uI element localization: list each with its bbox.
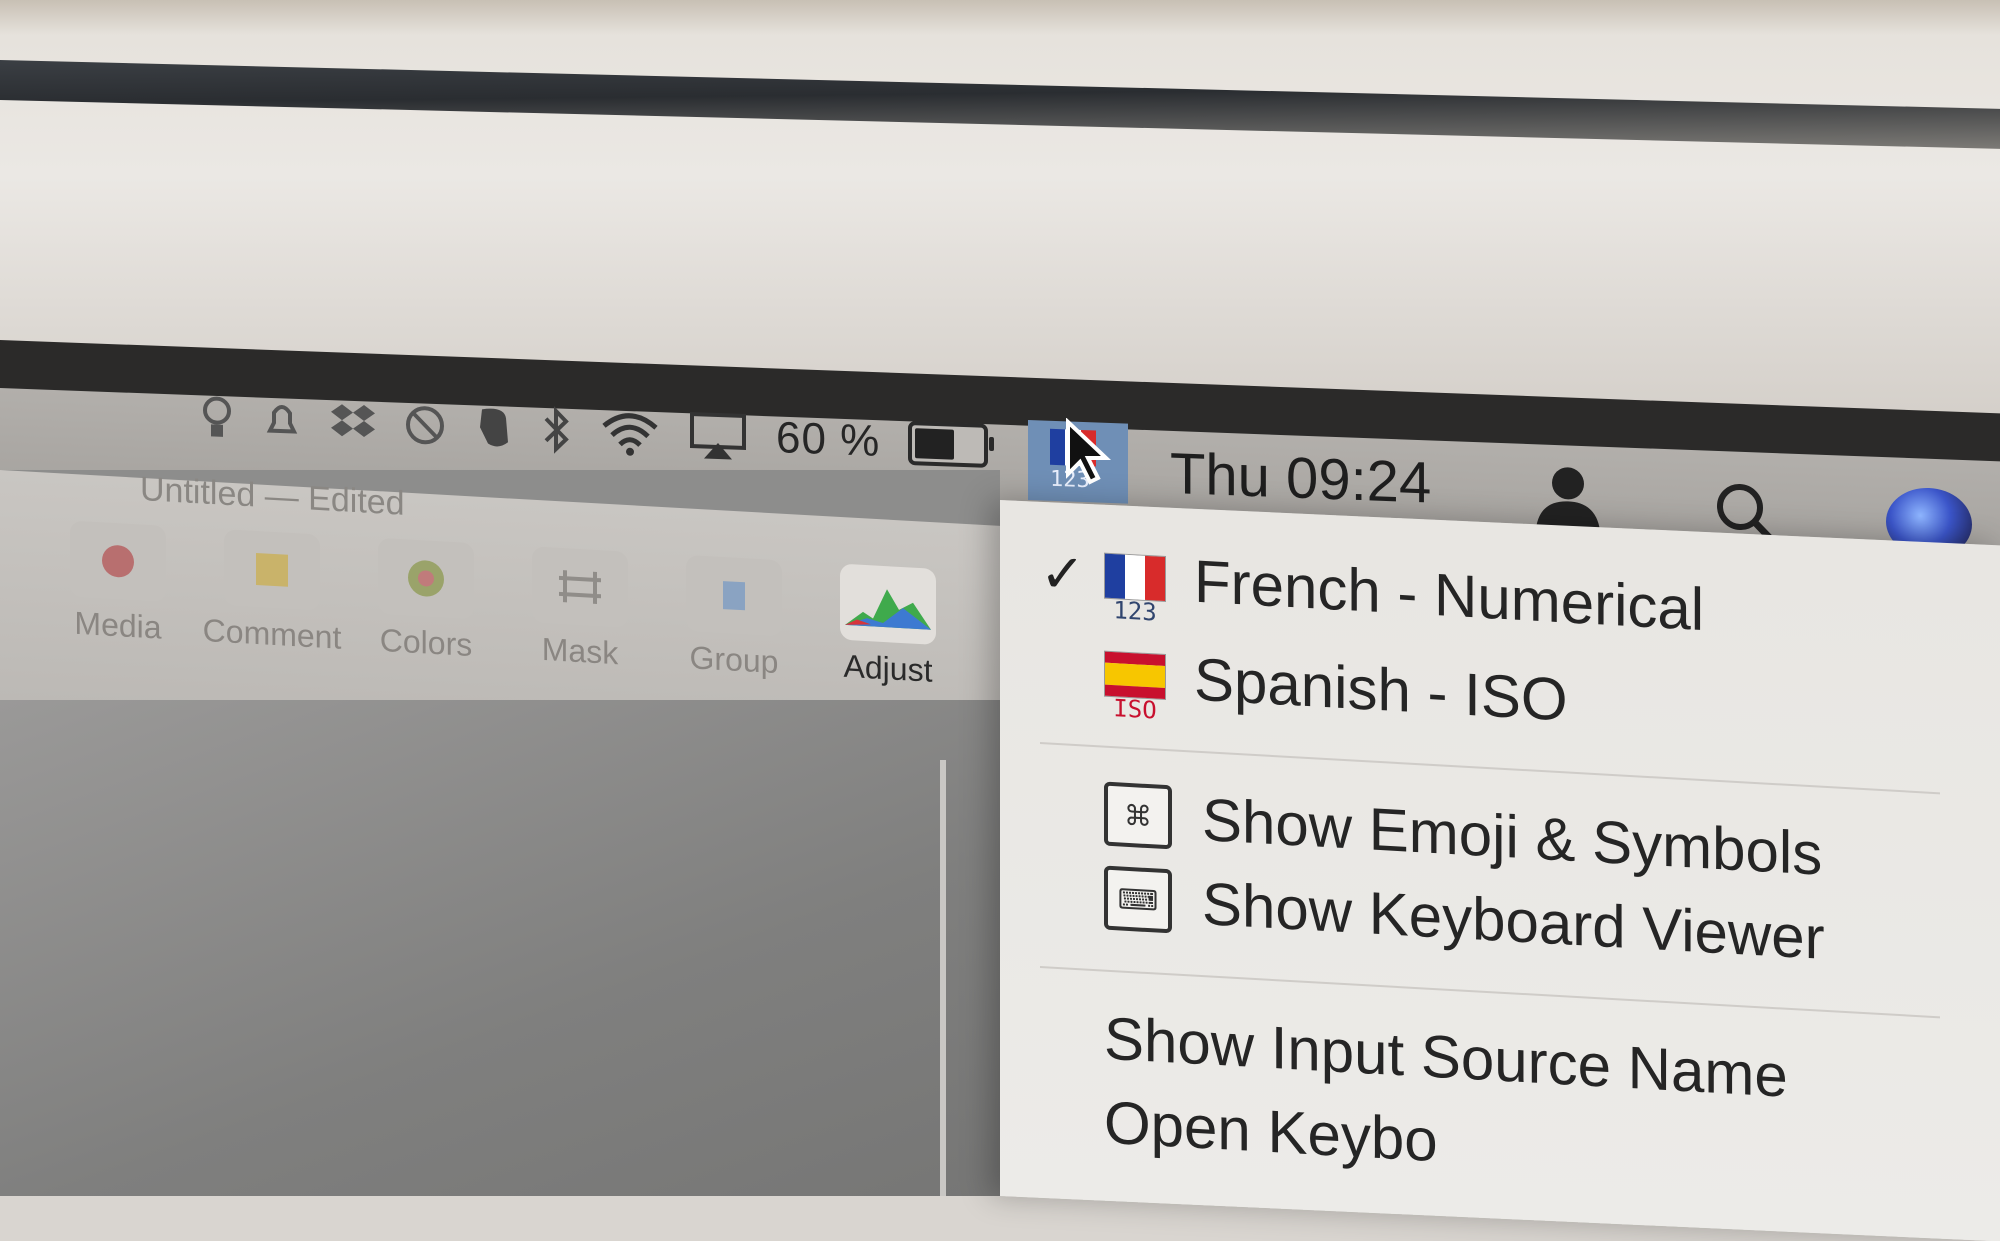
input-source-code: 123 [1113,596,1157,627]
group-icon [686,554,782,637]
do-not-disturb-icon[interactable] [404,403,446,447]
comment-icon [224,529,320,611]
evernote-icon[interactable] [474,403,514,452]
battery-percentage[interactable]: 60 % [776,413,880,467]
wifi-icon[interactable] [600,408,660,458]
input-source-menu-items: ✓ 123 French - Numerical ISO Spanish - I… [1040,530,2000,1214]
checkmark-icon: ✓ [1040,542,1086,606]
media-icon [70,520,166,602]
toolbar-label: Group [689,639,779,681]
toolbar-media-button[interactable]: Media [60,520,176,647]
toolbar-label: Adjust [843,647,933,689]
colors-icon [378,537,474,620]
keyboard-viewer-icon: ⌨ [1104,865,1172,934]
toolbar-mask-button[interactable]: Mask [522,546,638,673]
menu-item-label: Open Keybo [1104,1088,1438,1174]
toolbar-label: Media [74,604,162,646]
dropbox-icon[interactable] [330,400,376,446]
notification-bell-icon[interactable] [262,396,302,443]
french-flag-icon: 123 [1104,552,1166,627]
toolbar-label: Comment [202,611,342,656]
toolbar-group-button[interactable]: Group [676,554,792,681]
spanish-flag-icon: ISO [1104,650,1166,725]
bluetooth-icon[interactable] [542,405,572,456]
emoji-symbols-icon: ⌘ [1104,781,1172,850]
toolbar-adjust-button[interactable]: Adjust [830,563,946,690]
toolbar-colors-button[interactable]: Colors [368,537,484,664]
mask-icon [532,546,628,628]
adjust-icon [840,563,936,645]
mouse-pointer-icon [1066,418,1112,485]
document-canvas[interactable] [0,700,1000,1196]
tips-icon[interactable] [200,394,234,441]
canvas-divider [940,760,946,1196]
input-source-code: ISO [1113,694,1157,725]
airplay-icon[interactable] [688,410,748,462]
menu-bar-clock[interactable]: Thu 09:24 [1170,440,1431,517]
toolbar-comment-button[interactable]: Comment [203,529,341,656]
menu-item-label: Spanish - ISO [1194,645,1568,733]
battery-icon[interactable] [908,420,989,468]
toolbar-label: Colors [379,621,473,664]
toolbar-label: Mask [541,630,619,672]
